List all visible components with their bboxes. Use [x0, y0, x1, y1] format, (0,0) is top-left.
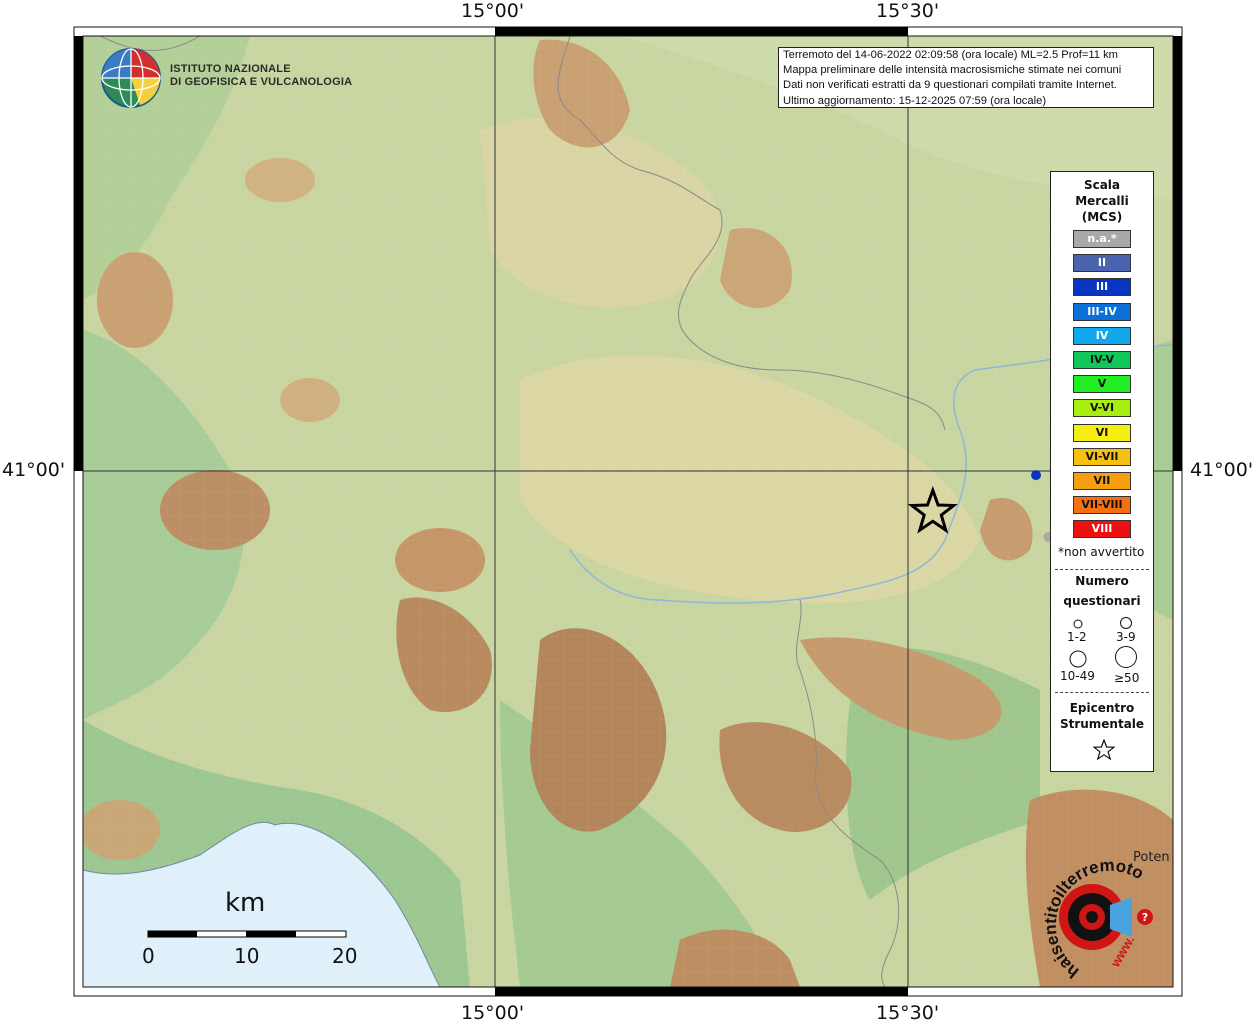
coord-top-1500: 15°00' [461, 0, 525, 22]
scale-bar [147, 930, 347, 938]
coord-right-4100: 41°00' [1190, 459, 1254, 481]
scale-label-10: 10 [234, 944, 260, 968]
coord-bottom-1530: 15°30' [876, 1002, 940, 1024]
legend-swatch: VI [1073, 423, 1131, 442]
coord-left-4100: 41°00' [2, 459, 66, 481]
legend-title: Scala Mercalli (MCS) [1051, 177, 1153, 225]
legend-questionnaires-line1: Numero [1075, 574, 1129, 588]
intensity-legend: Scala Mercalli (MCS) n.a.* II III III-IV IV I… [1050, 171, 1154, 772]
legend-size-10-49: 10-49 [1060, 669, 1095, 683]
coord-bottom-1500: 15°00' [461, 1002, 525, 1024]
scale-label-20: 20 [332, 944, 358, 968]
terrain [83, 36, 1173, 987]
ingv-logo-icon [101, 48, 161, 108]
legend-swatch: n.a.* [1073, 230, 1131, 248]
legend-size-50: ≥50 [1114, 671, 1140, 685]
legend-swatch: VII-VIII [1073, 496, 1131, 515]
legend-swatch: IV [1073, 326, 1131, 345]
hsit-arc-text: haisentitoilterremoto.it [1030, 855, 1147, 982]
legend-size-3-9: 3-9 [1116, 630, 1136, 644]
event-info-box: Terremoto del 14-06-2022 02:09:58 (ora l… [778, 47, 1154, 108]
legend-swatch: V-VI [1073, 399, 1131, 418]
scale-label-0: 0 [142, 944, 155, 968]
legend-title-line1: Scala [1083, 178, 1121, 192]
legend-swatch: III-IV [1073, 302, 1131, 321]
legend-swatch: II [1073, 254, 1131, 273]
event-info-line3: Dati non verificati estratti da 9 questi… [783, 79, 1117, 92]
legend-swatch: IV-V [1073, 351, 1131, 369]
intensity-point[interactable] [1031, 470, 1042, 481]
event-info-line1: Terremoto del 14-06-2022 02:09:58 (ora l… [783, 49, 1118, 61]
legend-swatch: VI-VII [1073, 447, 1131, 466]
svg-text:haisentitoilterremoto.it: haisentitoilterremoto.it [1030, 855, 1147, 982]
legend-size-1-2: 1-2 [1067, 630, 1087, 644]
scale-unit: km [225, 888, 266, 918]
legend-swatch: III [1073, 278, 1131, 297]
legend-swatch: V [1073, 375, 1131, 394]
legend-epicenter-line1: Epicentro [1069, 701, 1135, 715]
legend-title-line3: (MCS) [1081, 210, 1123, 224]
hsit-logo-text: haisentitoilterremoto.it www. [1030, 855, 1147, 982]
event-info-line2: Mappa preliminare delle intensità macros… [783, 64, 1122, 77]
legend-title-line2: Mercalli [1075, 194, 1129, 208]
hsit-www: www. [1107, 933, 1137, 970]
coord-top-1530: 15°30' [876, 0, 940, 22]
ingv-name-line1: ISTITUTO NAZIONALE [170, 63, 291, 75]
legend-not-felt: *non avvertito [1058, 545, 1145, 559]
event-info-line4: Ultimo aggiornamento: 15-12-2025 07:59 (… [783, 94, 1047, 107]
legend-swatch: VIII [1073, 520, 1131, 539]
star-icon [1093, 739, 1115, 761]
ingv-name-line2: DI GEOFISICA E VULCANOLOGIA [170, 76, 353, 88]
legend-separator [1055, 569, 1149, 570]
legend-separator [1055, 692, 1149, 693]
ingv-name: ISTITUTO NAZIONALE DI GEOFISICA E VULCAN… [170, 63, 352, 89]
legend-epicenter-line2: Strumentale [1059, 717, 1145, 731]
legend-swatch: VII [1073, 472, 1131, 490]
legend-questionnaires-line2: questionari [1063, 594, 1141, 608]
